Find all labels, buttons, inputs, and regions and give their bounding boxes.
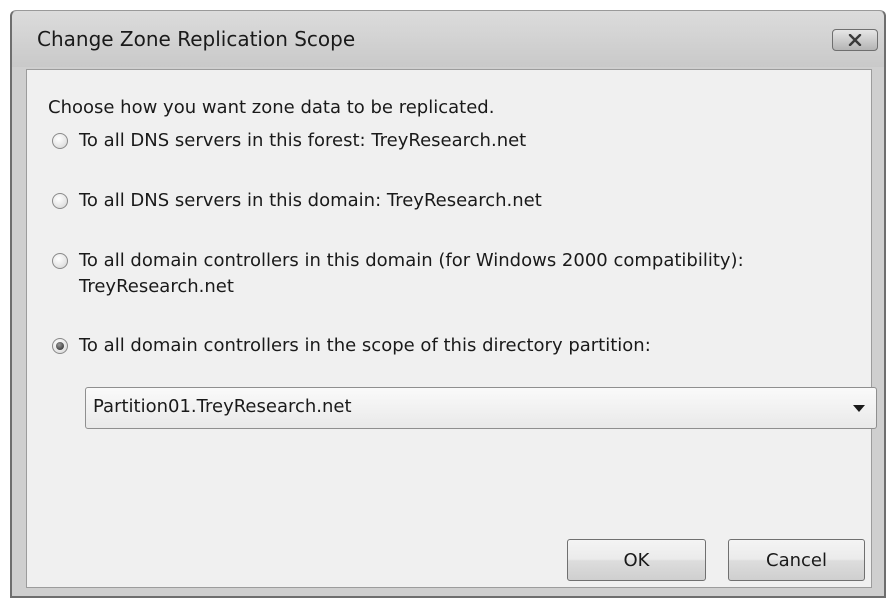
chevron-down-icon[interactable] <box>853 405 865 412</box>
window-title: Change Zone Replication Scope <box>37 27 356 51</box>
close-x-icon <box>848 34 862 46</box>
radio-domain-controllers-label[interactable]: To all domain controllers in this domain… <box>79 248 744 274</box>
radio-directory-partition[interactable] <box>52 338 68 354</box>
radio-domain-controllers[interactable] <box>52 253 68 269</box>
partition-select-value: Partition01.TreyResearch.net <box>93 396 352 417</box>
close-button[interactable] <box>832 29 878 51</box>
partition-select[interactable]: Partition01.TreyResearch.net <box>85 387 877 429</box>
dialog-window: Change Zone Replication Scope Choose how… <box>10 10 886 598</box>
instruction-text: Choose how you want zone data to be repl… <box>48 97 495 118</box>
radio-domain[interactable] <box>52 193 68 209</box>
radio-forest-label[interactable]: To all DNS servers in this forest: TreyR… <box>79 128 526 154</box>
radio-forest[interactable] <box>52 133 68 149</box>
dialog-body: Choose how you want zone data to be repl… <box>26 69 877 588</box>
radio-domain-label[interactable]: To all DNS servers in this domain: TreyR… <box>79 188 542 214</box>
cancel-button[interactable]: Cancel <box>728 539 865 581</box>
ok-button[interactable]: OK <box>567 539 706 581</box>
title-bar[interactable]: Change Zone Replication Scope <box>12 11 884 67</box>
radio-domain-controllers-label-line2[interactable]: TreyResearch.net <box>79 274 234 300</box>
radio-directory-partition-label[interactable]: To all domain controllers in the scope o… <box>79 333 651 359</box>
